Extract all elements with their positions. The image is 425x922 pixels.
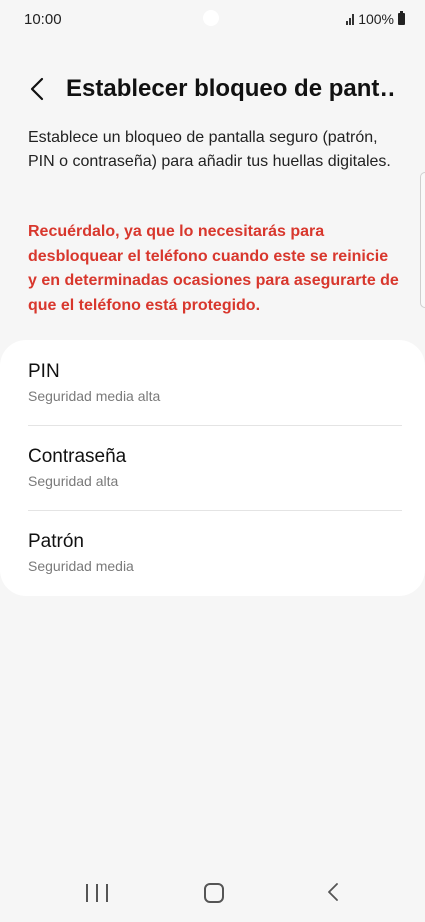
warning-text: Recuérdalo, ya que lo necesitarás para d… <box>28 223 399 314</box>
navigation-bar <box>0 866 425 922</box>
status-bar: 10:00 100% <box>0 0 425 40</box>
lock-options-card: PIN Seguridad media alta Contraseña Segu… <box>0 340 425 596</box>
option-subtitle: Seguridad media alta <box>28 388 161 404</box>
battery-icon <box>398 11 405 25</box>
option-title: PIN <box>28 361 60 382</box>
option-subtitle: Seguridad alta <box>28 473 119 489</box>
option-subtitle: Seguridad media <box>28 558 134 574</box>
description-text: Establece un bloqueo de pantalla seguro … <box>28 129 391 170</box>
back-button[interactable] <box>22 74 52 104</box>
signal-icon <box>346 13 355 25</box>
home-icon[interactable] <box>204 883 224 903</box>
battery-percentage: 100% <box>358 11 394 27</box>
camera-cutout <box>203 10 219 26</box>
option-pattern[interactable]: Patrón Seguridad media <box>0 510 425 595</box>
status-indicators: 100% <box>346 11 405 27</box>
page-title: Establecer bloqueo de pant… <box>66 75 396 102</box>
option-title: Patrón <box>28 531 84 552</box>
option-pin[interactable]: PIN Seguridad media alta <box>0 340 425 425</box>
back-icon[interactable] <box>322 881 344 903</box>
status-time: 10:00 <box>24 11 62 28</box>
option-title: Contraseña <box>28 446 127 467</box>
scroll-indicator[interactable] <box>420 172 425 308</box>
option-password[interactable]: Contraseña Seguridad alta <box>0 425 425 510</box>
chevron-left-icon <box>30 77 44 101</box>
app-bar: Establecer bloqueo de pant… <box>0 66 425 114</box>
recents-icon[interactable] <box>86 884 108 902</box>
